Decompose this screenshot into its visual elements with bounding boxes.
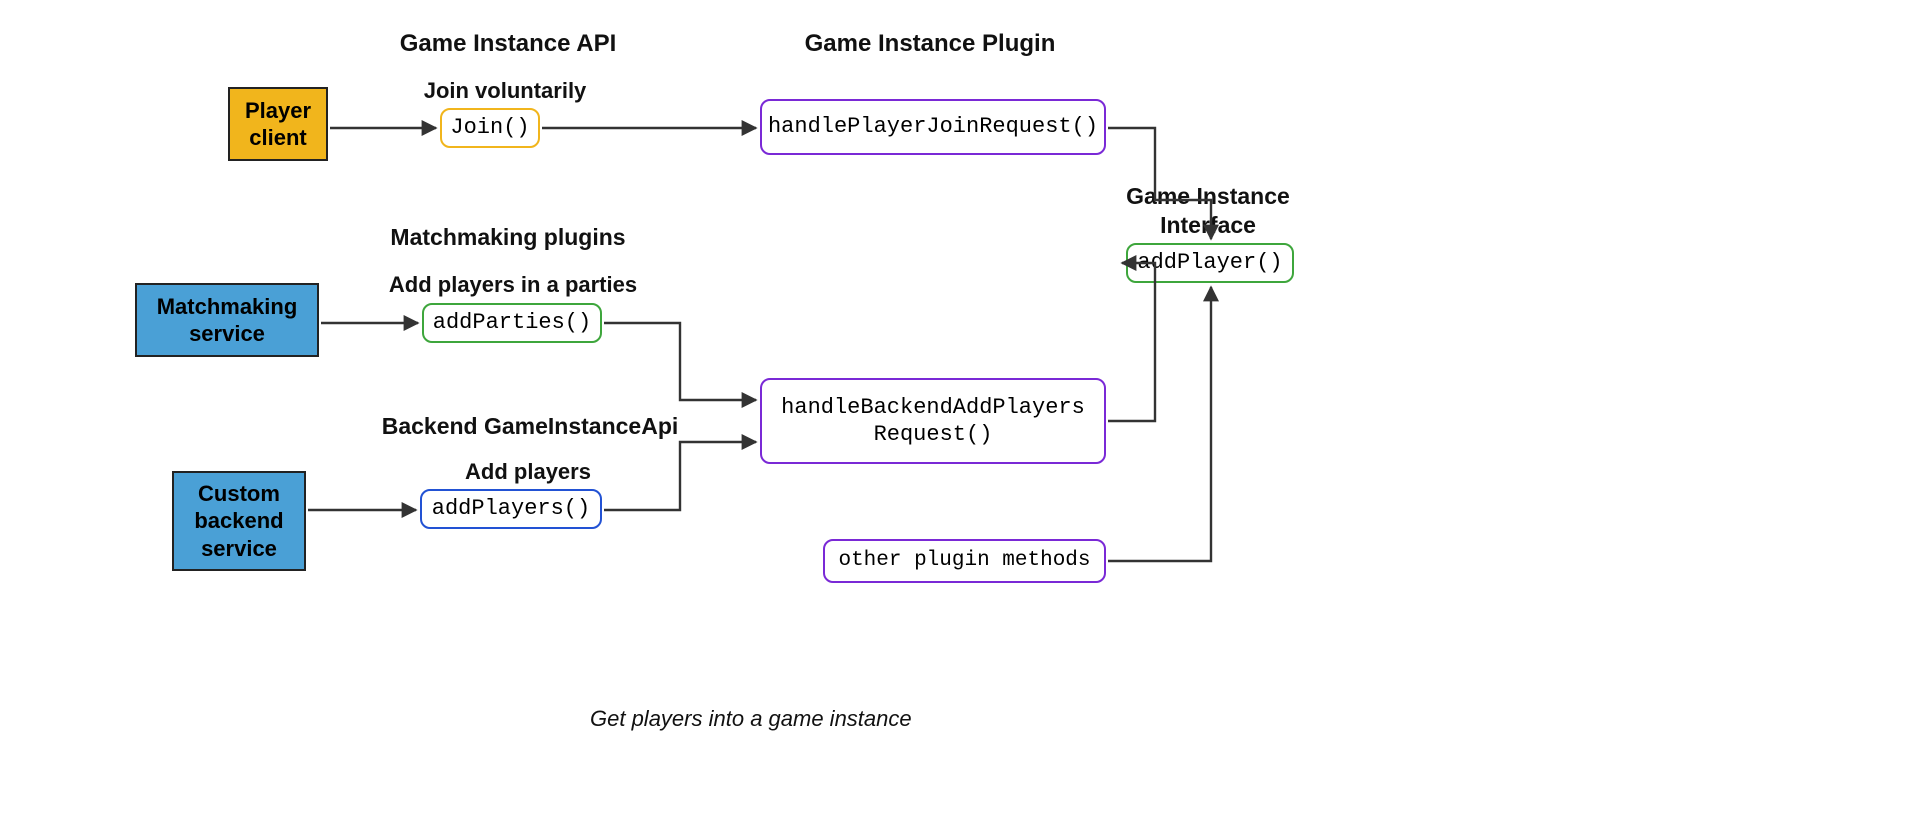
node-player-client-line1: Player <box>245 97 311 125</box>
node-other-plugin-methods: other plugin methods <box>823 539 1106 583</box>
node-custom-backend-service-line3: service <box>201 535 277 563</box>
heading-game-instance-api: Game Instance API <box>378 30 638 58</box>
node-other-plugin-methods-label: other plugin methods <box>838 548 1090 574</box>
node-player-client-line2: client <box>249 124 306 152</box>
node-handle-player-join-request-label: handlePlayerJoinRequest() <box>768 113 1098 141</box>
node-matchmaking-service-line1: Matchmaking <box>157 293 298 321</box>
node-join-method-label: Join() <box>450 114 529 142</box>
node-handle-backend-add-players-request-line2: Request() <box>874 421 993 449</box>
heading-backend-game-instance-api: Backend GameInstanceApi <box>370 413 690 440</box>
node-add-parties-method-label: addParties() <box>433 309 591 337</box>
node-handle-backend-add-players-request: handleBackendAddPlayers Request() <box>760 378 1106 464</box>
node-handle-player-join-request: handlePlayerJoinRequest() <box>760 99 1106 155</box>
node-handle-backend-add-players-request-line1: handleBackendAddPlayers <box>781 394 1085 422</box>
diagram-caption: Get players into a game instance <box>590 706 912 732</box>
node-player-client: Player client <box>228 87 328 161</box>
node-matchmaking-service: Matchmaking service <box>135 283 319 357</box>
heading-game-instance-interface: Game Instance Interface <box>1098 182 1318 240</box>
heading-game-instance-plugin: Game Instance Plugin <box>790 30 1070 58</box>
edge-otherplugin-to-addplayer <box>1108 287 1211 561</box>
node-matchmaking-service-line2: service <box>189 320 265 348</box>
edge-addparties-to-handlebackend <box>604 323 756 400</box>
node-add-parties-method: addParties() <box>422 303 602 343</box>
node-custom-backend-service-line2: backend <box>194 507 283 535</box>
node-add-players-method: addPlayers() <box>420 489 602 529</box>
node-join-method: Join() <box>440 108 540 148</box>
heading-matchmaking-plugins: Matchmaking plugins <box>368 224 648 251</box>
subheading-join-voluntarily: Join voluntarily <box>400 78 610 104</box>
node-custom-backend-service-line1: Custom <box>198 480 280 508</box>
node-custom-backend-service: Custom backend service <box>172 471 306 571</box>
subheading-add-players: Add players <box>448 459 608 485</box>
node-add-player-interface-label: addPlayer() <box>1137 249 1282 277</box>
node-add-players-method-label: addPlayers() <box>432 495 590 523</box>
edge-addplayers-to-handlebackend <box>604 442 756 510</box>
subheading-add-players-in-parties: Add players in a parties <box>378 272 648 298</box>
node-add-player-interface: addPlayer() <box>1126 243 1294 283</box>
edge-handlebackend-to-addplayer <box>1108 263 1155 421</box>
